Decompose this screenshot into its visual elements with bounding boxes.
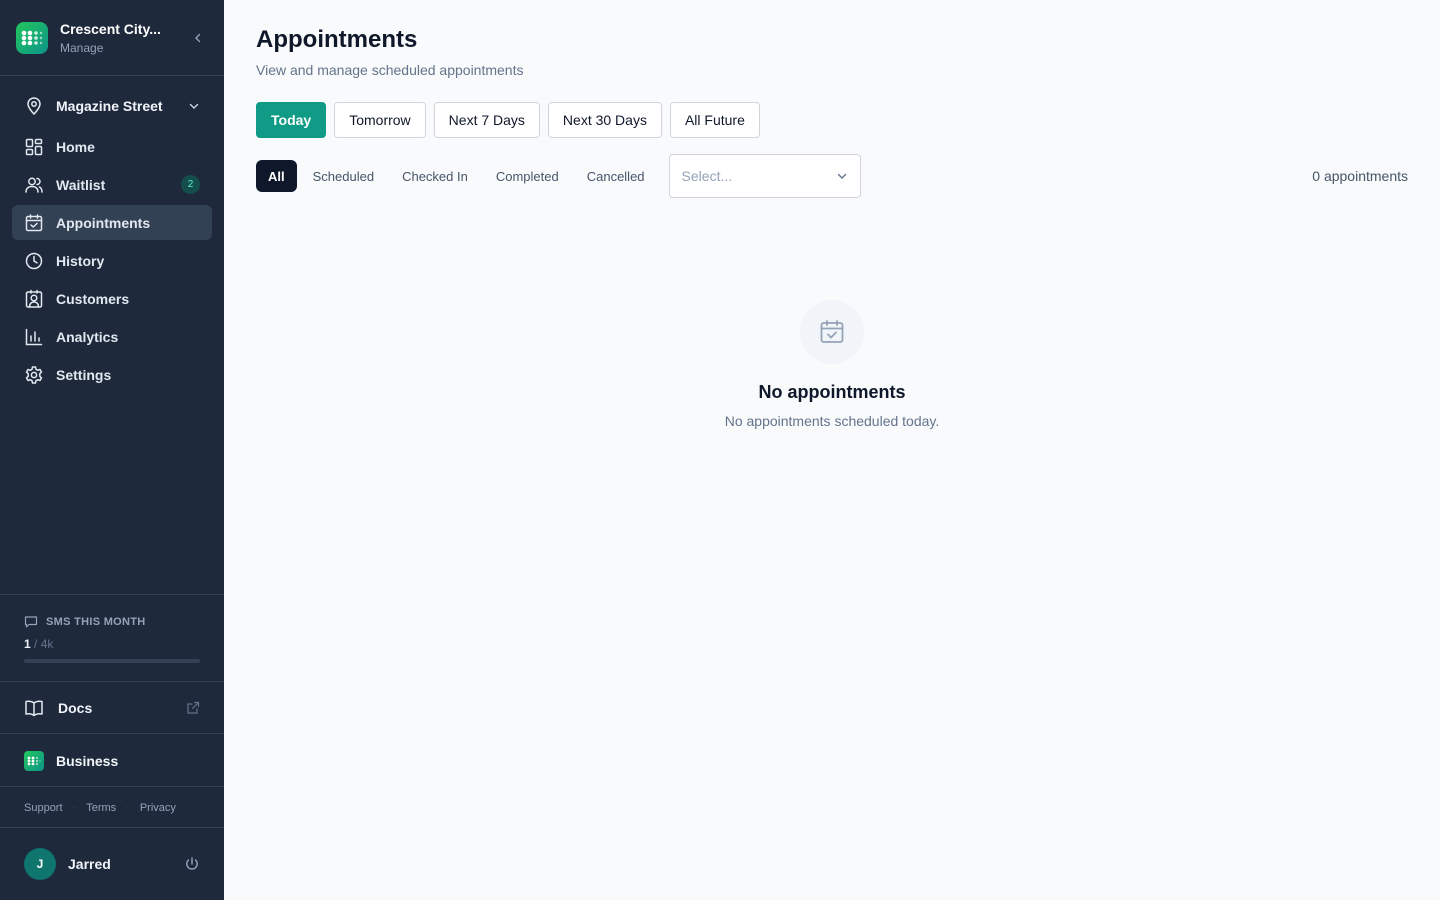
location-selector[interactable]: Magazine Street — [12, 89, 212, 123]
nav-item-settings[interactable]: Settings — [12, 357, 212, 392]
sidebar: Crescent City... Manage Magazine Street … — [0, 0, 224, 900]
business-label: Business — [56, 752, 119, 769]
chevron-left-icon — [195, 33, 201, 42]
nav-label-home: Home — [56, 138, 95, 155]
privacy-link[interactable]: Privacy — [140, 802, 176, 814]
nav-item-customers[interactable]: Customers — [12, 281, 212, 316]
filter-select[interactable]: Select... — [668, 154, 861, 198]
range-all-future-button[interactable]: All Future — [669, 102, 760, 138]
gear-icon — [25, 365, 43, 384]
nav-label-settings: Settings — [56, 366, 112, 383]
status-filter: All Scheduled Checked In Completed Cance… — [256, 154, 1408, 198]
status-tab-scheduled[interactable]: Scheduled — [299, 160, 388, 192]
separator-dot: · — [72, 801, 77, 814]
range-today-button[interactable]: Today — [256, 102, 327, 138]
user-panel: J Jarred — [0, 827, 224, 900]
business-switcher[interactable]: Business — [0, 733, 224, 787]
docs-label: Docs — [58, 700, 93, 716]
nav-label-history: History — [56, 252, 105, 269]
empty-state-title: No appointments — [758, 382, 906, 402]
business-logo-icon — [24, 750, 44, 771]
grid-icon — [25, 138, 43, 155]
sms-limit: / 4k — [34, 637, 54, 651]
nav-item-waitlist[interactable]: Waitlist 2 — [12, 167, 212, 202]
chevron-down-icon — [837, 173, 846, 179]
external-link-icon — [187, 701, 200, 714]
brand-subtitle: Manage — [60, 40, 104, 55]
contact-icon — [25, 289, 43, 308]
user-name: Jarred — [68, 856, 111, 872]
sms-usage-panel: SMS THIS MONTH 1 / 4k — [0, 594, 224, 681]
brand-logo-icon — [16, 21, 48, 54]
sms-title: SMS THIS MONTH — [46, 616, 146, 628]
nav-label-customers: Customers — [56, 290, 130, 307]
main-content: Appointments View and manage scheduled a… — [224, 0, 1440, 900]
nav-item-history[interactable]: History — [12, 243, 212, 278]
nav-item-analytics[interactable]: Analytics — [12, 319, 212, 354]
clock-icon — [25, 252, 43, 269]
sms-progress-bar — [24, 659, 200, 663]
nav-item-appointments[interactable]: Appointments — [12, 205, 212, 240]
legal-links: Support · Terms · Privacy — [0, 786, 224, 828]
calendar-check-icon — [25, 213, 43, 231]
location-name: Magazine Street — [56, 98, 163, 114]
date-range-filter: Today Tomorrow Next 7 Days Next 30 Days … — [256, 102, 1408, 138]
nav-item-home[interactable]: Home — [12, 129, 212, 164]
main-nav: Home Waitlist 2 Appointments History Cus… — [0, 129, 224, 392]
sms-count: 1 / 4k — [24, 637, 200, 651]
power-icon[interactable] — [184, 856, 200, 872]
status-tab-cancelled[interactable]: Cancelled — [573, 160, 659, 192]
filter-select-placeholder: Select... — [681, 168, 733, 184]
message-square-icon — [24, 616, 38, 628]
calendar-check-icon — [800, 300, 864, 364]
sms-used: 1 — [24, 637, 31, 651]
range-next-30-days-button[interactable]: Next 30 Days — [547, 102, 662, 138]
status-tab-checked-in[interactable]: Checked In — [388, 160, 482, 192]
book-open-icon — [25, 700, 43, 717]
status-tab-all[interactable]: All — [256, 160, 297, 192]
brand-header: Crescent City... Manage — [0, 0, 224, 76]
page-title: Appointments — [256, 26, 418, 53]
nav-label-appointments: Appointments — [56, 214, 151, 231]
map-pin-icon — [27, 97, 41, 116]
empty-state-subtitle: No appointments scheduled today. — [724, 413, 940, 429]
page-subtitle: View and manage scheduled appointments — [256, 62, 524, 78]
waitlist-count-badge: 2 — [181, 175, 200, 194]
nav-label-analytics: Analytics — [56, 328, 119, 345]
separator-dot: · — [126, 801, 130, 814]
nav-label-waitlist: Waitlist — [56, 176, 106, 193]
collapse-sidebar-button[interactable] — [188, 28, 208, 48]
support-link[interactable]: Support — [24, 802, 63, 814]
docs-link[interactable]: Docs — [0, 681, 224, 734]
brand-name: Crescent City... — [60, 20, 161, 37]
empty-state: No appointments No appointments schedule… — [224, 300, 1440, 429]
terms-link[interactable]: Terms — [86, 802, 116, 814]
range-tomorrow-button[interactable]: Tomorrow — [334, 102, 426, 138]
chevron-down-icon — [189, 103, 199, 109]
bar-chart-icon — [25, 328, 43, 345]
status-tab-completed[interactable]: Completed — [482, 160, 573, 192]
users-icon — [25, 177, 43, 193]
appointment-count: 0 appointments — [1312, 168, 1408, 184]
avatar[interactable]: J — [24, 848, 56, 880]
range-next-7-days-button[interactable]: Next 7 Days — [433, 102, 540, 138]
